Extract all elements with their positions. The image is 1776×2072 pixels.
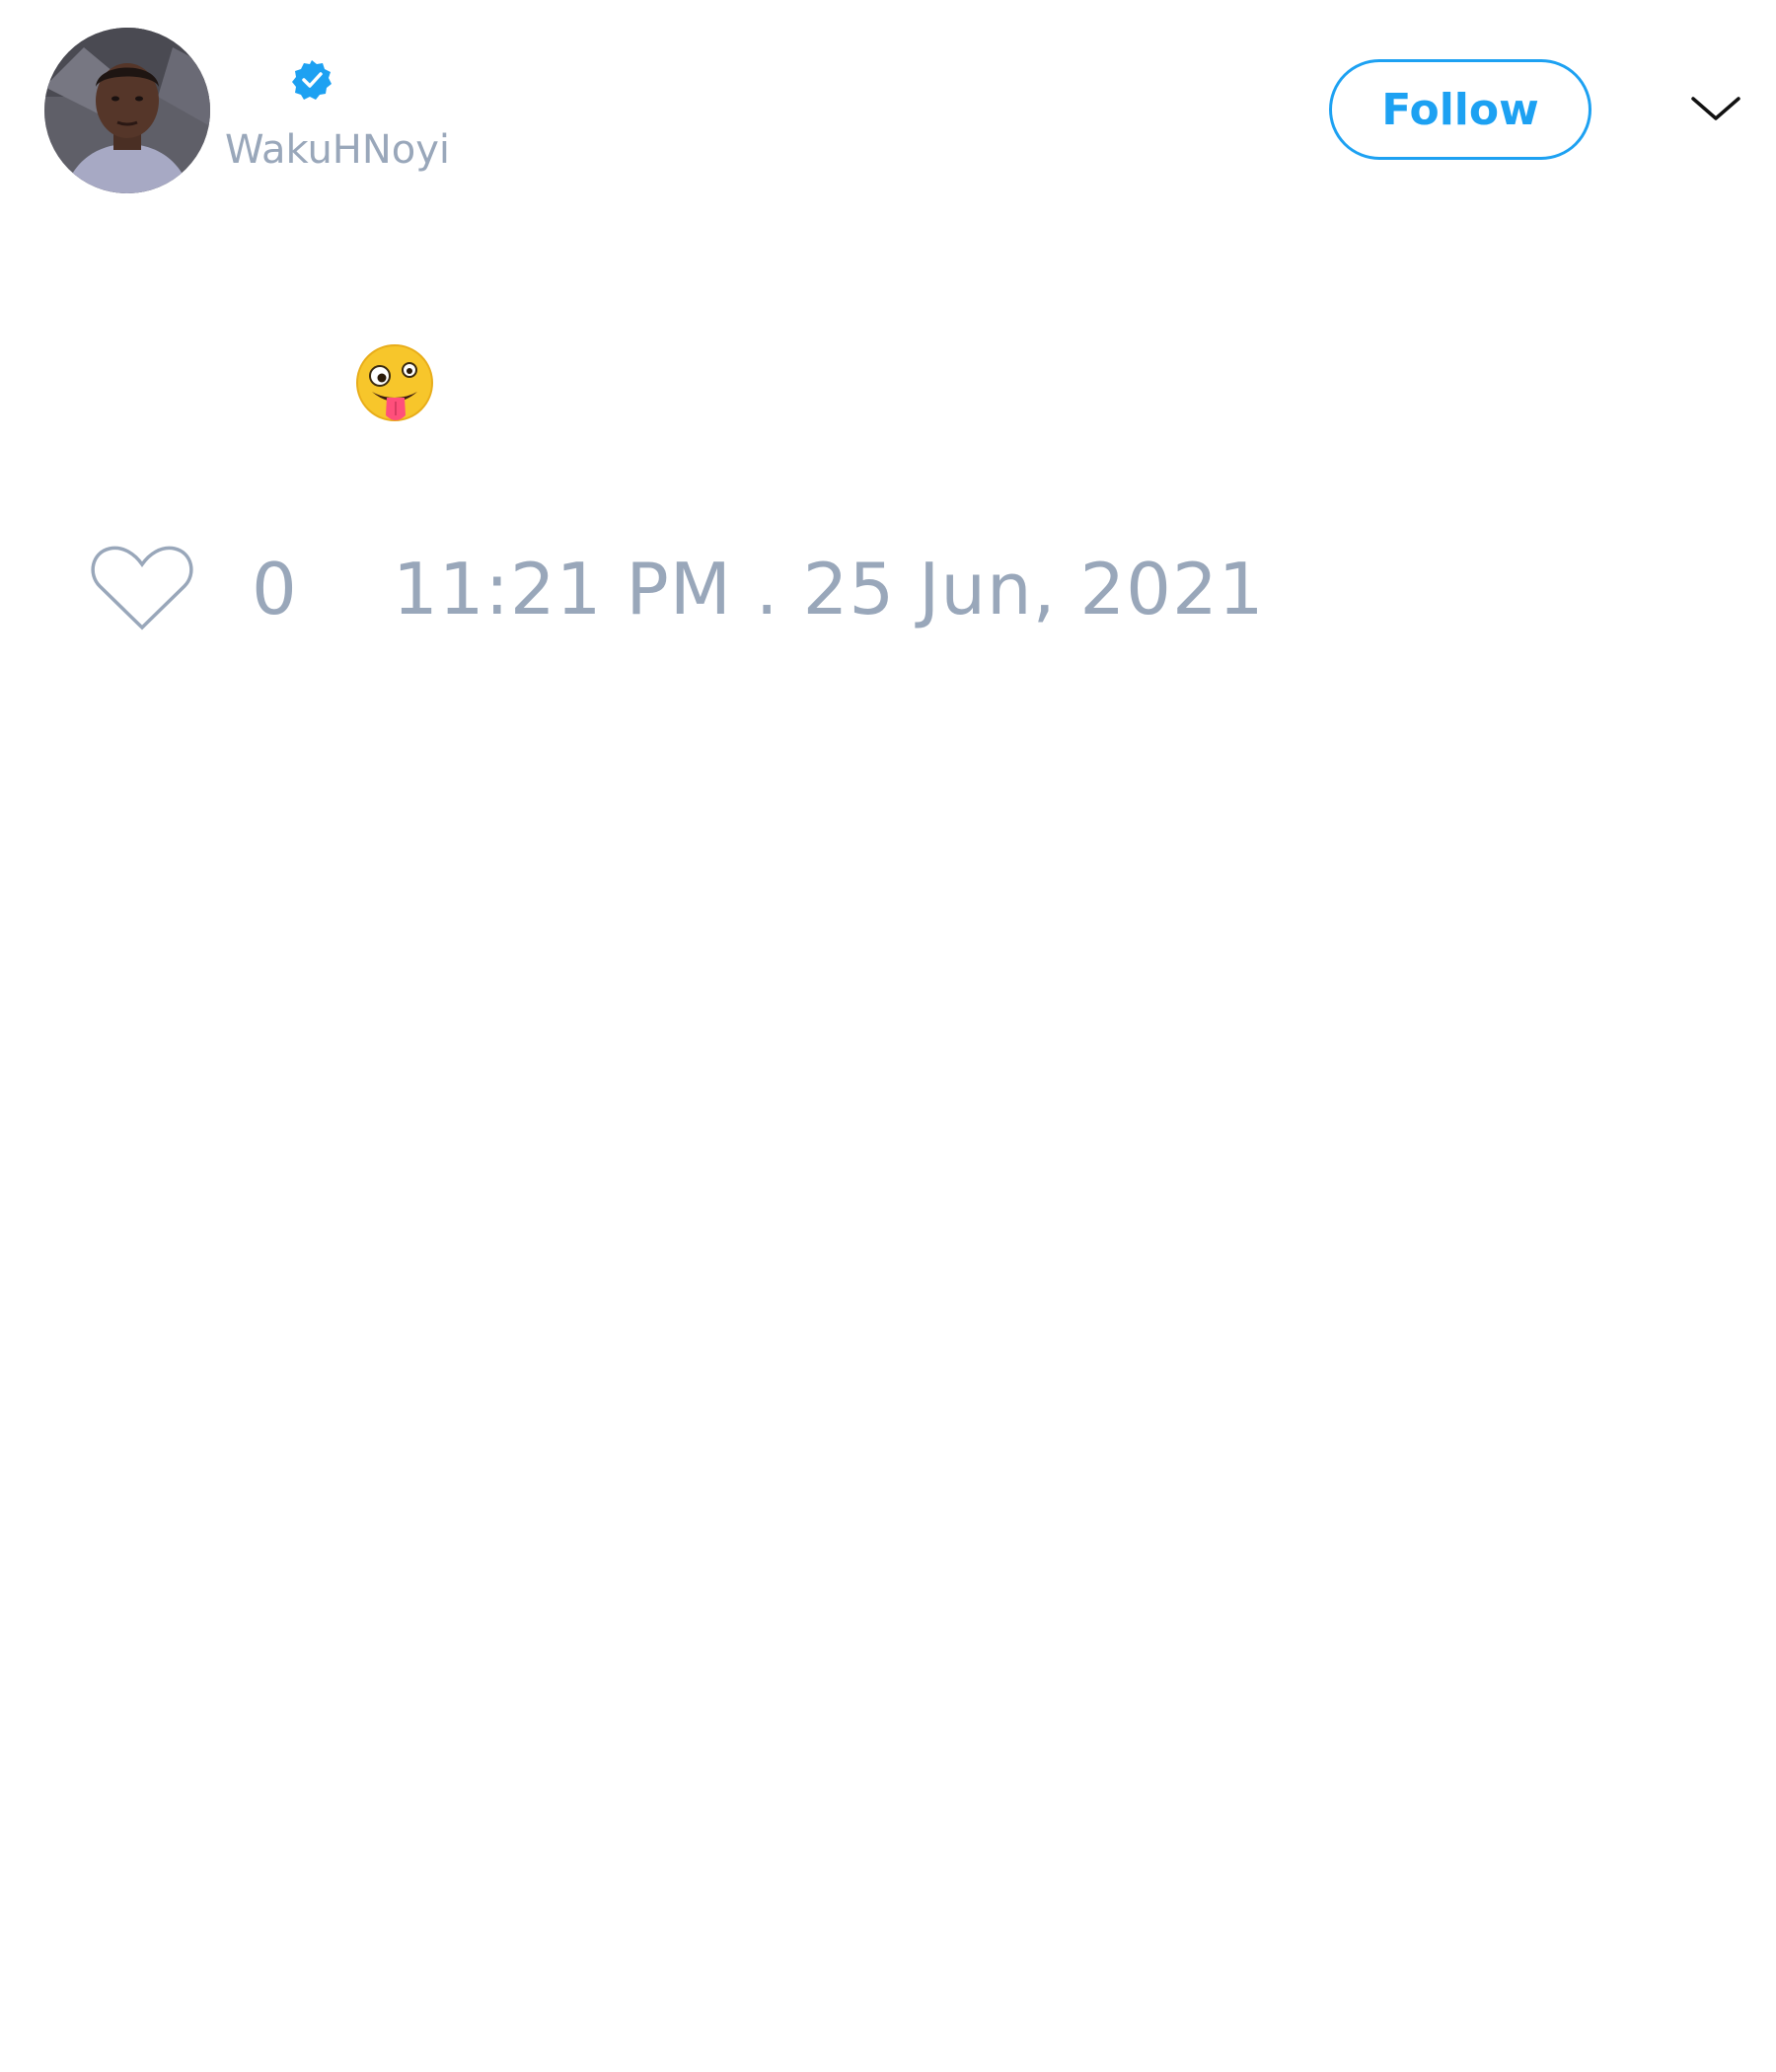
avatar[interactable] bbox=[44, 28, 210, 193]
heart-icon bbox=[91, 546, 193, 630]
zany-face-emoji bbox=[356, 344, 433, 421]
author-handle[interactable]: WakuHNoyi bbox=[225, 126, 450, 174]
avatar-image bbox=[44, 28, 210, 193]
more-options-button[interactable] bbox=[1689, 89, 1742, 126]
tweet-text bbox=[350, 340, 439, 429]
verified-badge-icon bbox=[290, 58, 333, 102]
tweet-card: WakuHNoyi Follow 0 11:21 PM . 25 Jun, 20… bbox=[0, 0, 1776, 2072]
chevron-down-icon bbox=[1691, 97, 1740, 120]
like-button[interactable] bbox=[88, 541, 196, 635]
tweet-timestamp[interactable]: 11:21 PM . 25 Jun, 2021 bbox=[393, 548, 1265, 630]
follow-button[interactable]: Follow bbox=[1329, 59, 1591, 160]
like-count: 0 bbox=[252, 548, 297, 630]
